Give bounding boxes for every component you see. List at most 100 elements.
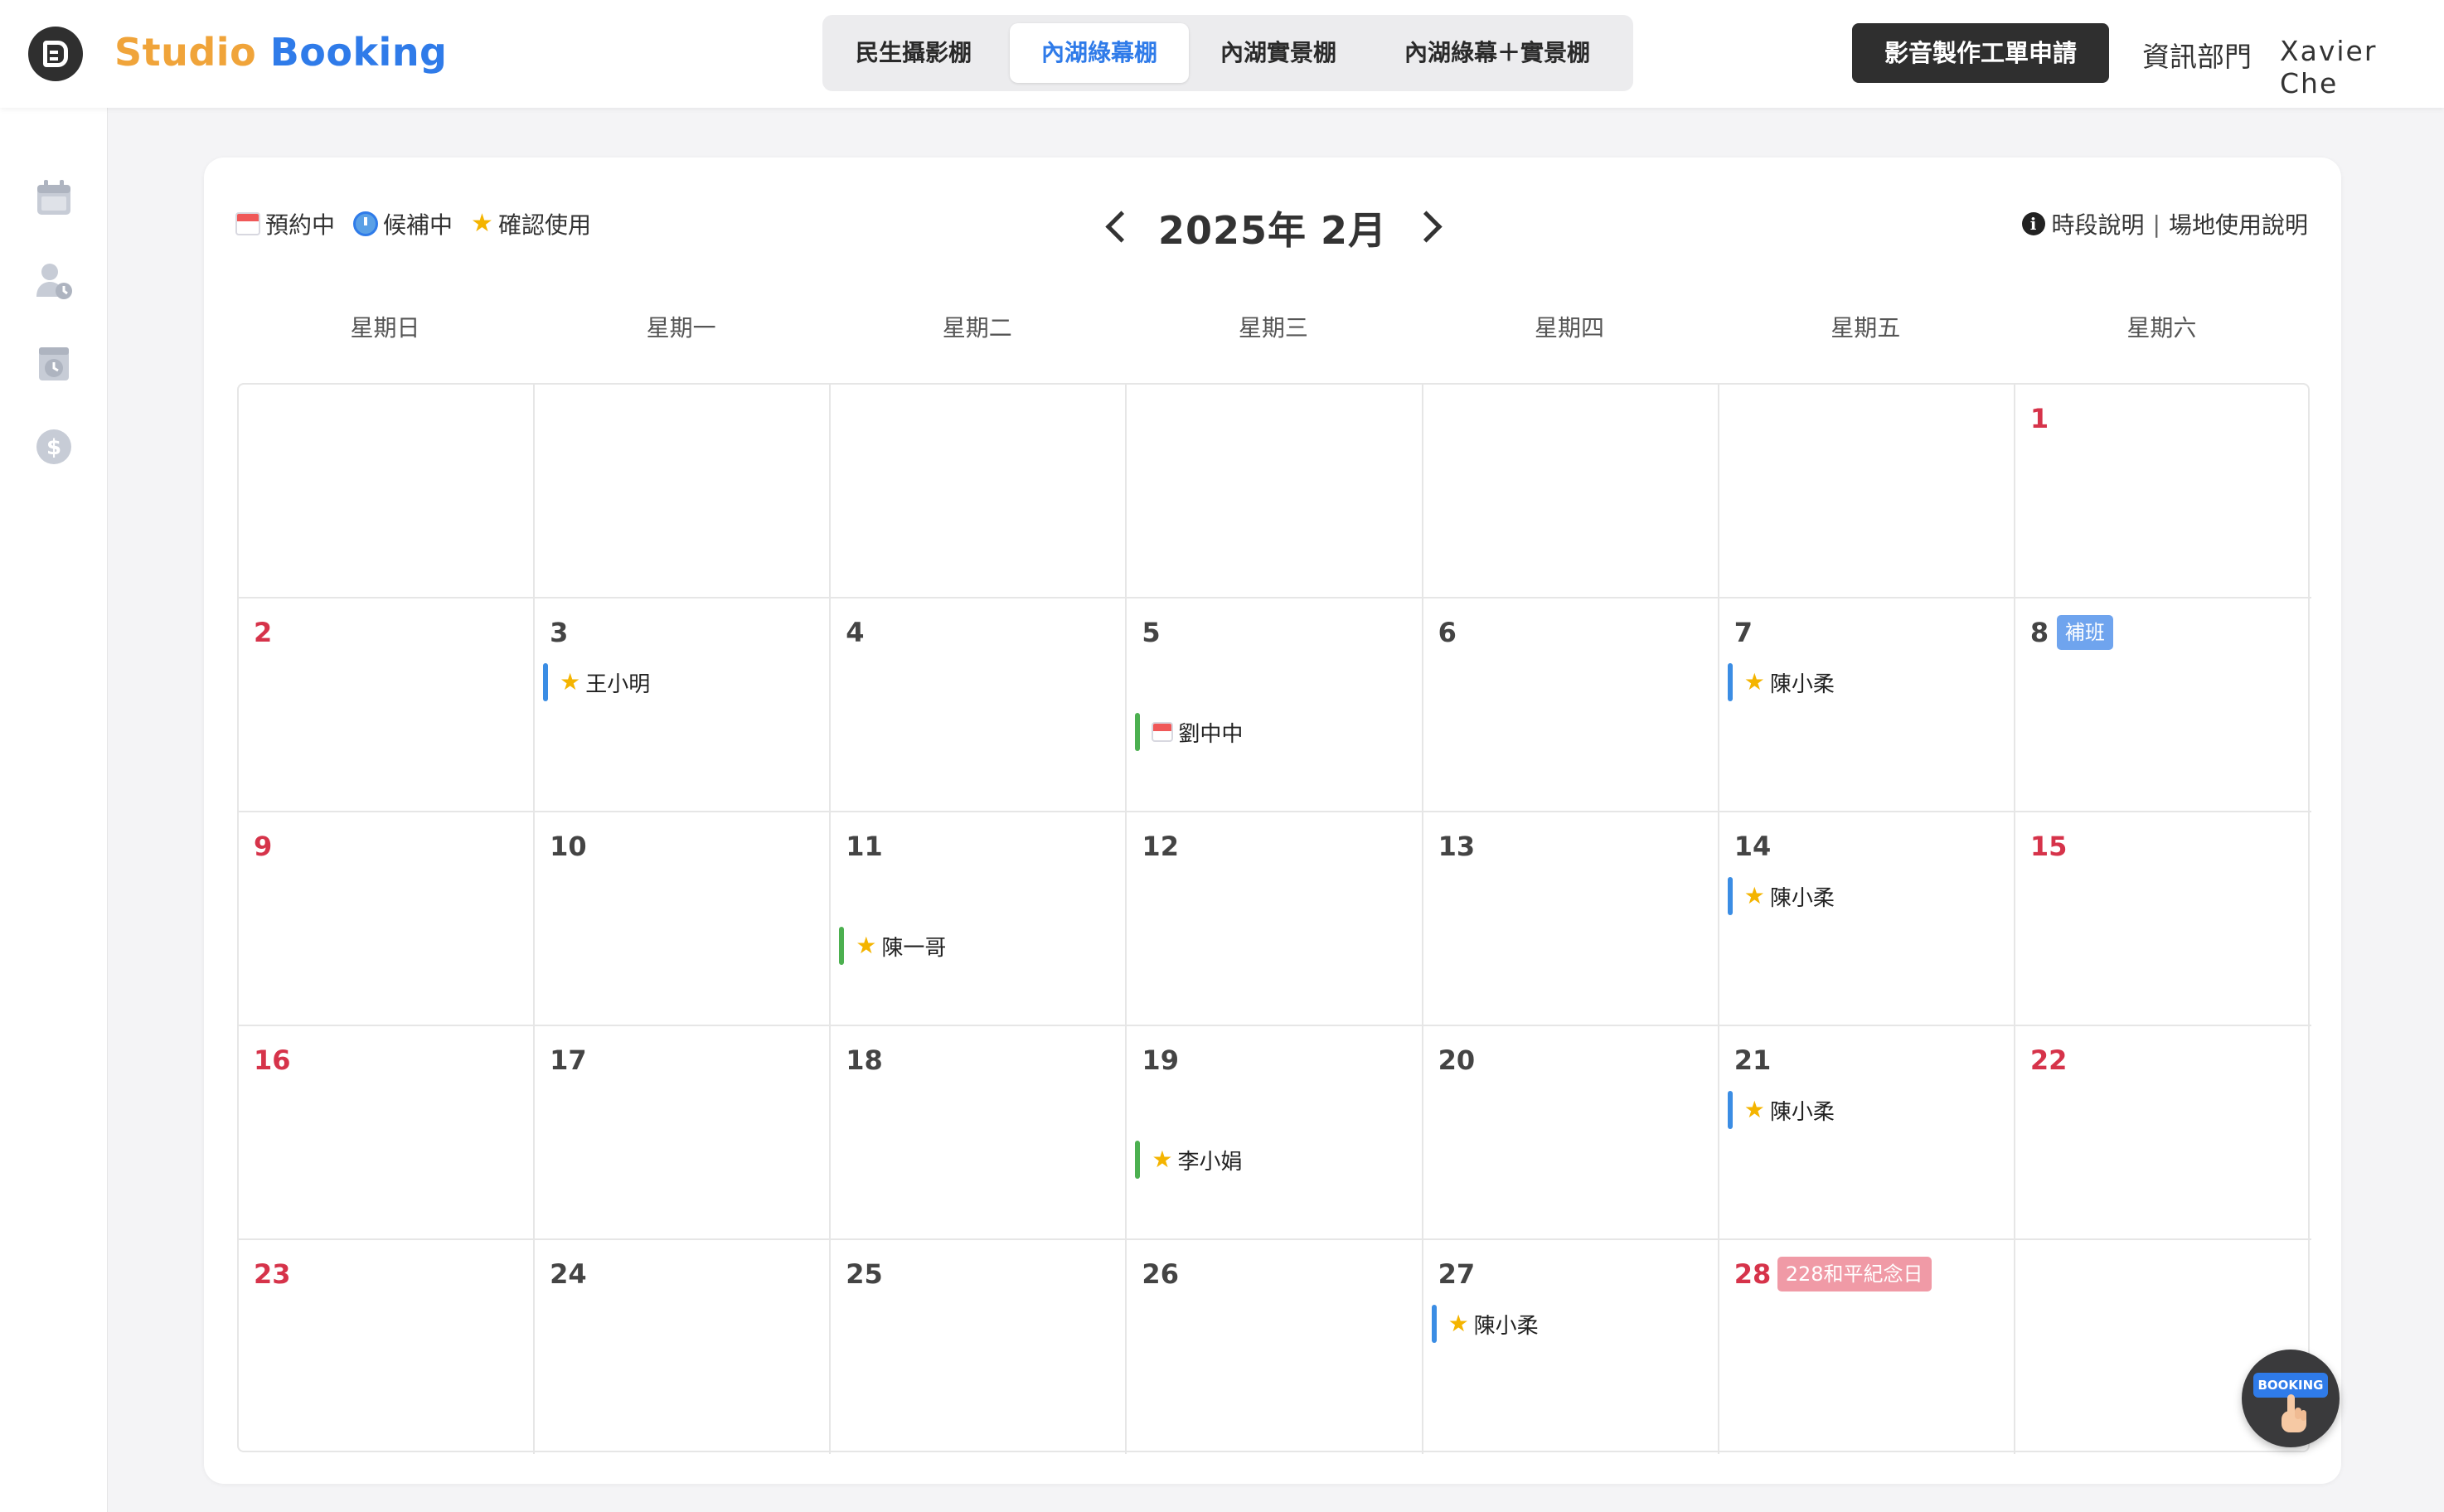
day-number: 10: [550, 831, 587, 862]
star-icon: ★: [1447, 1310, 1469, 1337]
day-number: 12: [1142, 831, 1179, 862]
tab-neihu-real-set[interactable]: 內湖實景棚: [1195, 23, 1361, 83]
weekday-label: 星期四: [1535, 314, 1605, 342]
day-cell[interactable]: [1423, 385, 1719, 598]
booking-event[interactable]: ★ 陳一哥: [839, 927, 946, 965]
day-cell[interactable]: 2: [239, 598, 536, 812]
booking-event[interactable]: ★ 李小娟: [1135, 1141, 1243, 1179]
user-name[interactable]: Xavier Che: [2280, 35, 2444, 99]
dollar-icon[interactable]: $: [35, 428, 73, 466]
booking-event[interactable]: 劉中中: [1135, 713, 1243, 751]
day-number: 3: [550, 617, 569, 648]
day-number: 7: [1734, 617, 1753, 648]
tab-minsheng-studio[interactable]: 民生攝影棚: [831, 23, 997, 83]
day-number: 16: [254, 1044, 291, 1076]
event-name: 李小娟: [1177, 1149, 1243, 1175]
department-label[interactable]: 資訊部門: [2142, 35, 2252, 75]
sidebar: $: [0, 108, 108, 1512]
day-cell[interactable]: 28 228和平紀念日: [1719, 1240, 2015, 1454]
day-cell[interactable]: 22: [2015, 1026, 2311, 1240]
session-bar: [1431, 1305, 1437, 1343]
day-cell[interactable]: [535, 385, 832, 598]
venue-usage-info-link[interactable]: 場地使用說明: [2169, 207, 2308, 240]
booking-fab-button[interactable]: BOOKING: [2242, 1350, 2340, 1447]
brand-title[interactable]: Studio Booking: [114, 30, 448, 75]
star-icon: ★: [856, 932, 877, 959]
user-clock-icon[interactable]: [35, 262, 73, 300]
day-number: 4: [846, 617, 865, 648]
tab-neihu-green-screen[interactable]: 內湖綠幕棚: [1010, 23, 1189, 83]
day-cell[interactable]: 17: [535, 1026, 832, 1240]
day-cell[interactable]: 16: [239, 1026, 536, 1240]
next-month-button[interactable]: [1412, 206, 1445, 247]
day-number: 24: [550, 1258, 587, 1290]
calendar-card: 預約中 候補中 ★ 確認使用 2025年 2月 i 時段說明 | 場地使用說明 …: [204, 158, 2341, 1484]
day-cell[interactable]: 1: [2015, 385, 2311, 598]
weekday-label: 星期三: [1238, 314, 1308, 342]
day-cell[interactable]: [239, 385, 536, 598]
weekday-label: 星期六: [2126, 314, 2197, 342]
time-slot-info-link[interactable]: 時段說明: [2052, 207, 2145, 240]
day-cell[interactable]: 4: [831, 598, 1127, 812]
day-cell[interactable]: [831, 385, 1127, 598]
day-number: 14: [1734, 831, 1772, 862]
star-icon: ★: [560, 668, 581, 695]
booking-event[interactable]: ★ 陳小柔: [1727, 663, 1835, 701]
svg-text:$: $: [46, 435, 61, 460]
day-cell[interactable]: 19 ★ 李小娟: [1127, 1026, 1423, 1240]
day-cell[interactable]: 23: [239, 1240, 536, 1454]
work-order-apply-button[interactable]: 影音製作工單申請: [1852, 23, 2109, 83]
day-number: 28: [1734, 1258, 1772, 1290]
day-cell[interactable]: 10: [535, 812, 832, 1026]
day-number: 2: [254, 617, 273, 648]
day-cell[interactable]: 8 補班: [2015, 598, 2311, 812]
day-cell[interactable]: [1127, 385, 1423, 598]
day-number: 8: [2029, 617, 2049, 648]
booking-event[interactable]: ★ 陳小柔: [1431, 1305, 1539, 1343]
info-icon: i: [2021, 212, 2045, 235]
brand-studio: Studio: [114, 30, 257, 75]
day-cell[interactable]: 18: [831, 1026, 1127, 1240]
event-name: 陳小柔: [1473, 1313, 1539, 1339]
day-cell[interactable]: 12: [1127, 812, 1423, 1026]
calendar-icon[interactable]: [35, 179, 73, 217]
day-cell[interactable]: 21 ★ 陳小柔: [1719, 1026, 2015, 1240]
event-name: 陳小柔: [1769, 885, 1835, 911]
day-cell[interactable]: 7 ★ 陳小柔: [1719, 598, 2015, 812]
day-cell[interactable]: 14 ★ 陳小柔: [1719, 812, 2015, 1026]
day-cell[interactable]: 3 ★ 王小明: [535, 598, 832, 812]
logo-icon[interactable]: [28, 27, 83, 81]
top-navigation-bar: Studio Booking 民生攝影棚 內湖綠幕棚 內湖實景棚 內湖綠幕＋實景…: [0, 0, 2444, 108]
day-cell[interactable]: 20: [1423, 1026, 1719, 1240]
day-cell[interactable]: 5 劉中中: [1127, 598, 1423, 812]
weekday-label: 星期五: [1831, 314, 1901, 342]
booking-event[interactable]: ★ 陳小柔: [1727, 1091, 1835, 1129]
booking-clock-icon[interactable]: [35, 345, 73, 383]
prev-month-button[interactable]: [1100, 206, 1133, 247]
session-bar: [543, 663, 549, 701]
day-cell[interactable]: 6: [1423, 598, 1719, 812]
day-cell[interactable]: [1719, 385, 2015, 598]
star-icon: ★: [1743, 1096, 1765, 1123]
session-bar: [1135, 713, 1141, 751]
calendar-icon: [1152, 722, 1174, 742]
day-cell[interactable]: 25: [831, 1240, 1127, 1454]
session-bar: [1727, 1091, 1733, 1129]
session-bar: [839, 927, 845, 965]
tab-neihu-combined[interactable]: 內湖綠幕＋實景棚: [1370, 23, 1625, 83]
weekday-label: 星期二: [942, 314, 1012, 342]
day-cell[interactable]: 11 ★ 陳一哥: [831, 812, 1127, 1026]
day-cell[interactable]: 24: [535, 1240, 832, 1454]
day-number: 5: [1142, 617, 1161, 648]
booking-event[interactable]: ★ 陳小柔: [1727, 877, 1835, 915]
brand-booking: Booking: [269, 30, 448, 75]
event-name: 劉中中: [1178, 721, 1244, 747]
day-cell[interactable]: 13: [1423, 812, 1719, 1026]
star-icon: ★: [1743, 882, 1765, 909]
month-title: 2025年 2月: [1157, 208, 1388, 253]
day-cell[interactable]: 9: [239, 812, 536, 1026]
day-cell[interactable]: 26: [1127, 1240, 1423, 1454]
day-cell[interactable]: 27 ★ 陳小柔: [1423, 1240, 1719, 1454]
day-cell[interactable]: 15: [2015, 812, 2311, 1026]
booking-event[interactable]: ★ 王小明: [543, 663, 650, 701]
